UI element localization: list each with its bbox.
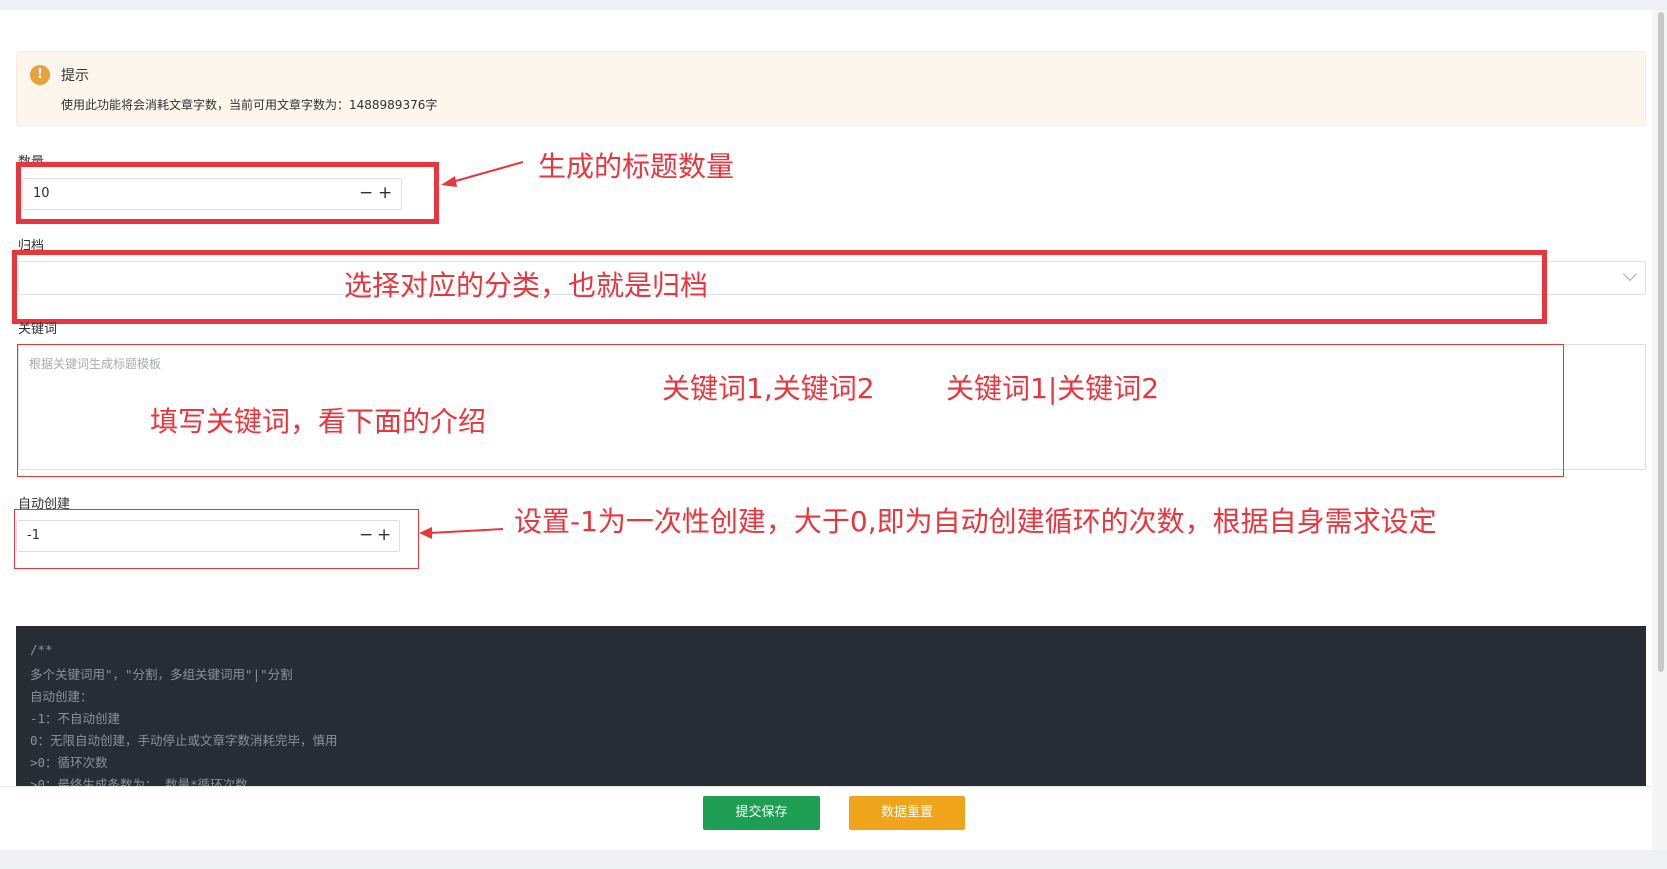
code-line: 0：无限自动创建，手动停止或文章字数消耗完毕，慎用 — [30, 733, 338, 748]
code-line: >0：最终生成条数为： 数量*循环次数 — [30, 777, 248, 786]
footer-bar: 提交保存 数据重置 — [0, 786, 1652, 840]
reset-data-button[interactable]: 数据重置 — [849, 796, 965, 830]
code-line: 自动创建： — [30, 689, 93, 704]
code-block: /** 多个关键词用"，"分割，多组关键词用"|"分割 自动创建： -1：不自动… — [16, 626, 1646, 786]
code-line: >0：循环次数 — [30, 755, 108, 770]
arrow-quantity — [451, 161, 524, 183]
arrow-auto-create — [429, 528, 504, 534]
arrowhead-quantity — [441, 176, 457, 187]
submit-save-button[interactable]: 提交保存 — [703, 796, 820, 830]
arrowhead-auto-create — [419, 527, 432, 539]
code-line: -1：不自动创建 — [30, 711, 121, 726]
code-line: 多个关键词用"，"分割，多组关键词用"|"分割 — [30, 667, 293, 682]
code-line: /** — [30, 642, 53, 657]
